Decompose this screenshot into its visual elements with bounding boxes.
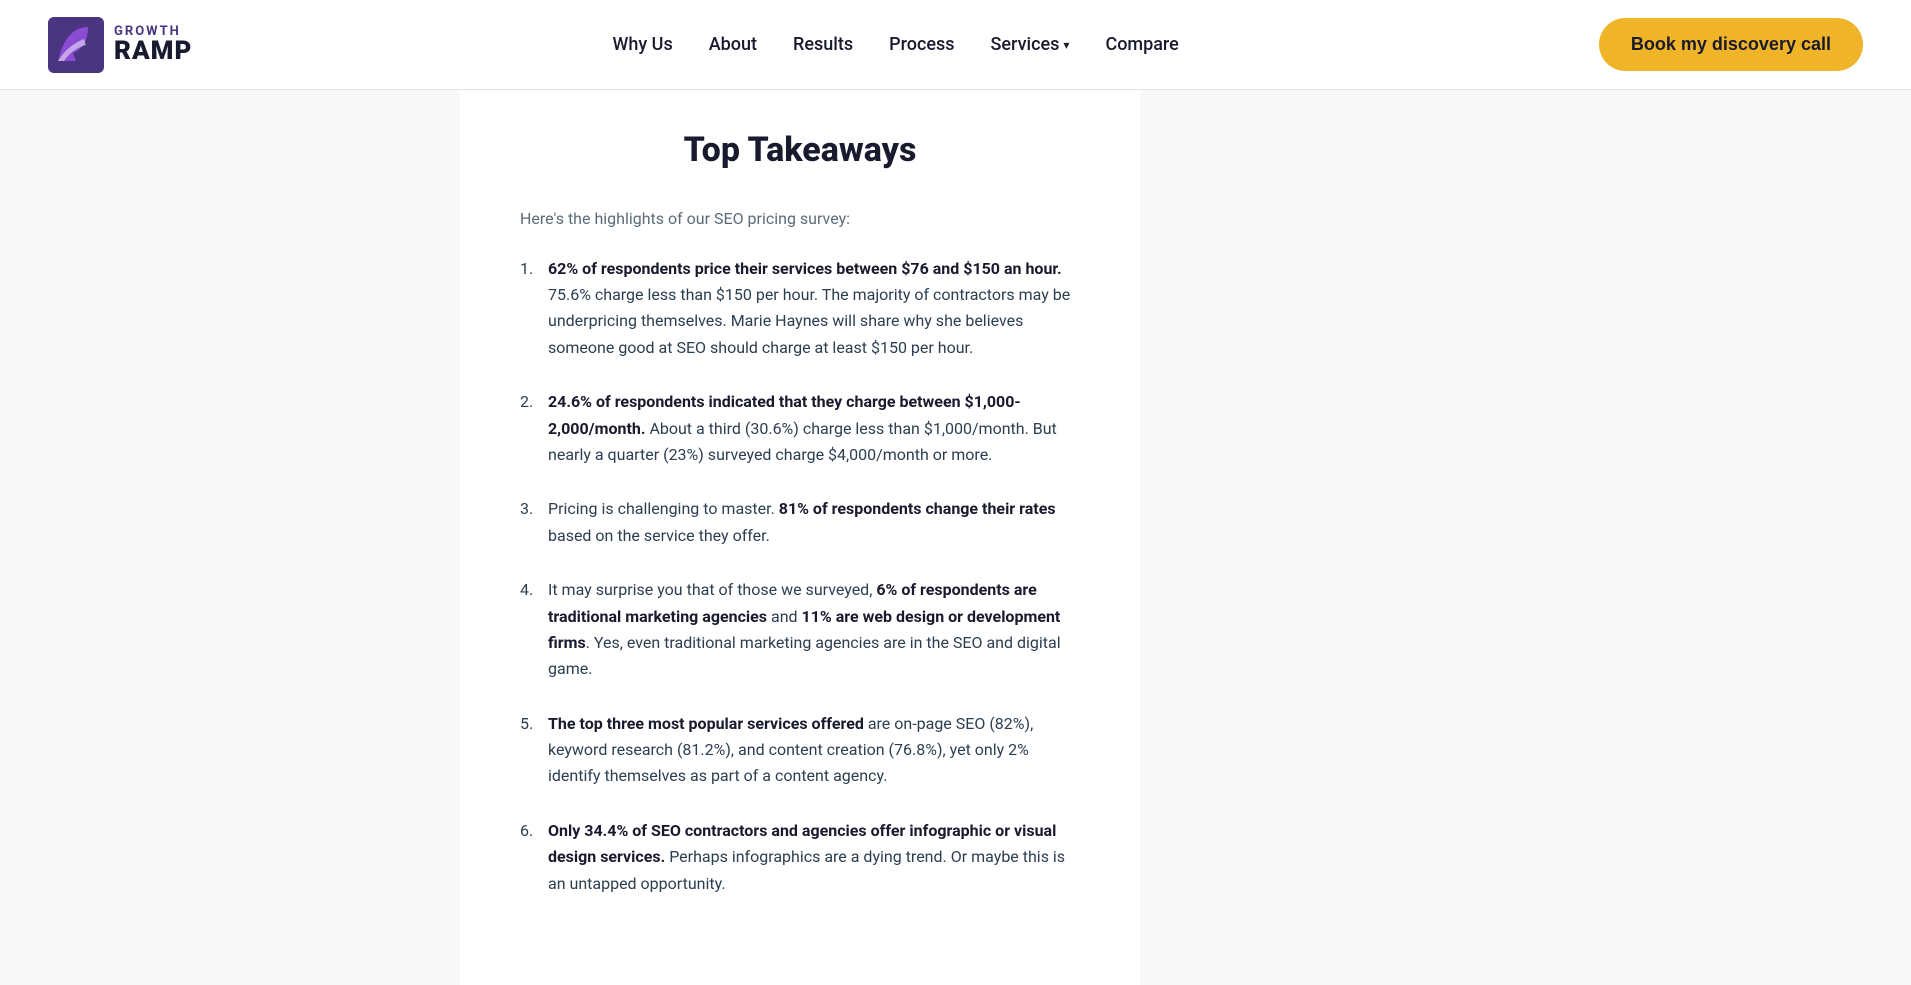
main-article: Top Takeaways Here's the highlights of o… [460, 90, 1140, 985]
nav-link-process[interactable]: Process [889, 34, 954, 55]
nav-item-why-us[interactable]: Why Us [613, 34, 673, 55]
list-item: 62% of respondents price their services … [520, 256, 1080, 362]
nav-link-services[interactable]: Services ▾ [991, 34, 1070, 55]
item-content-2: 24.6% of respondents indicated that they… [548, 389, 1080, 468]
article-title: Top Takeaways [520, 130, 1080, 170]
nav-item-about[interactable]: About [709, 34, 757, 55]
nav-item-services[interactable]: Services ▾ [991, 34, 1070, 55]
list-item: The top three most popular services offe… [520, 711, 1080, 790]
nav-links: Why Us About Results Process Services ▾ … [613, 34, 1179, 55]
item-bold-6: Only 34.4% of SEO contractors and agenci… [548, 821, 1056, 866]
page-content: Top Takeaways Here's the highlights of o… [0, 90, 1911, 985]
chevron-down-icon: ▾ [1063, 38, 1069, 52]
navbar: GROWTH RAMP Why Us About Results Process… [0, 0, 1911, 90]
nav-link-why-us[interactable]: Why Us [613, 34, 673, 55]
left-sidebar [0, 90, 460, 985]
takeaway-list: 62% of respondents price their services … [520, 256, 1080, 897]
item-content-4: It may surprise you that of those we sur… [548, 577, 1080, 683]
logo[interactable]: GROWTH RAMP [48, 17, 192, 73]
logo-ramp-label: RAMP [114, 38, 192, 64]
logo-text: GROWTH RAMP [114, 25, 192, 64]
item-content-5: The top three most popular services offe… [548, 711, 1080, 790]
list-item: Only 34.4% of SEO contractors and agenci… [520, 818, 1080, 897]
item-bold-3: 81% of respondents change their rates [779, 499, 1056, 518]
item-bold-2: 24.6% of respondents indicated that they… [548, 392, 1021, 437]
item-bold-5: The top three most popular services offe… [548, 714, 864, 733]
item-content-6: Only 34.4% of SEO contractors and agenci… [548, 818, 1080, 897]
logo-icon [48, 17, 104, 73]
item-content-3: Pricing is challenging to master. 81% of… [548, 496, 1080, 549]
nav-item-process[interactable]: Process [889, 34, 954, 55]
list-item: 24.6% of respondents indicated that they… [520, 389, 1080, 468]
item-bold-1: 62% of respondents price their services … [548, 259, 1062, 278]
right-sidebar [1140, 90, 1340, 985]
nav-link-compare[interactable]: Compare [1105, 34, 1178, 55]
list-item: It may surprise you that of those we sur… [520, 577, 1080, 683]
book-discovery-call-button[interactable]: Book my discovery call [1599, 18, 1863, 71]
article-intro: Here's the highlights of our SEO pricing… [520, 206, 1080, 232]
nav-link-results[interactable]: Results [793, 34, 853, 55]
list-item: Pricing is challenging to master. 81% of… [520, 496, 1080, 549]
nav-item-compare[interactable]: Compare [1105, 34, 1178, 55]
nav-item-results[interactable]: Results [793, 34, 853, 55]
item-content-1: 62% of respondents price their services … [548, 256, 1080, 362]
nav-link-about[interactable]: About [709, 34, 757, 55]
